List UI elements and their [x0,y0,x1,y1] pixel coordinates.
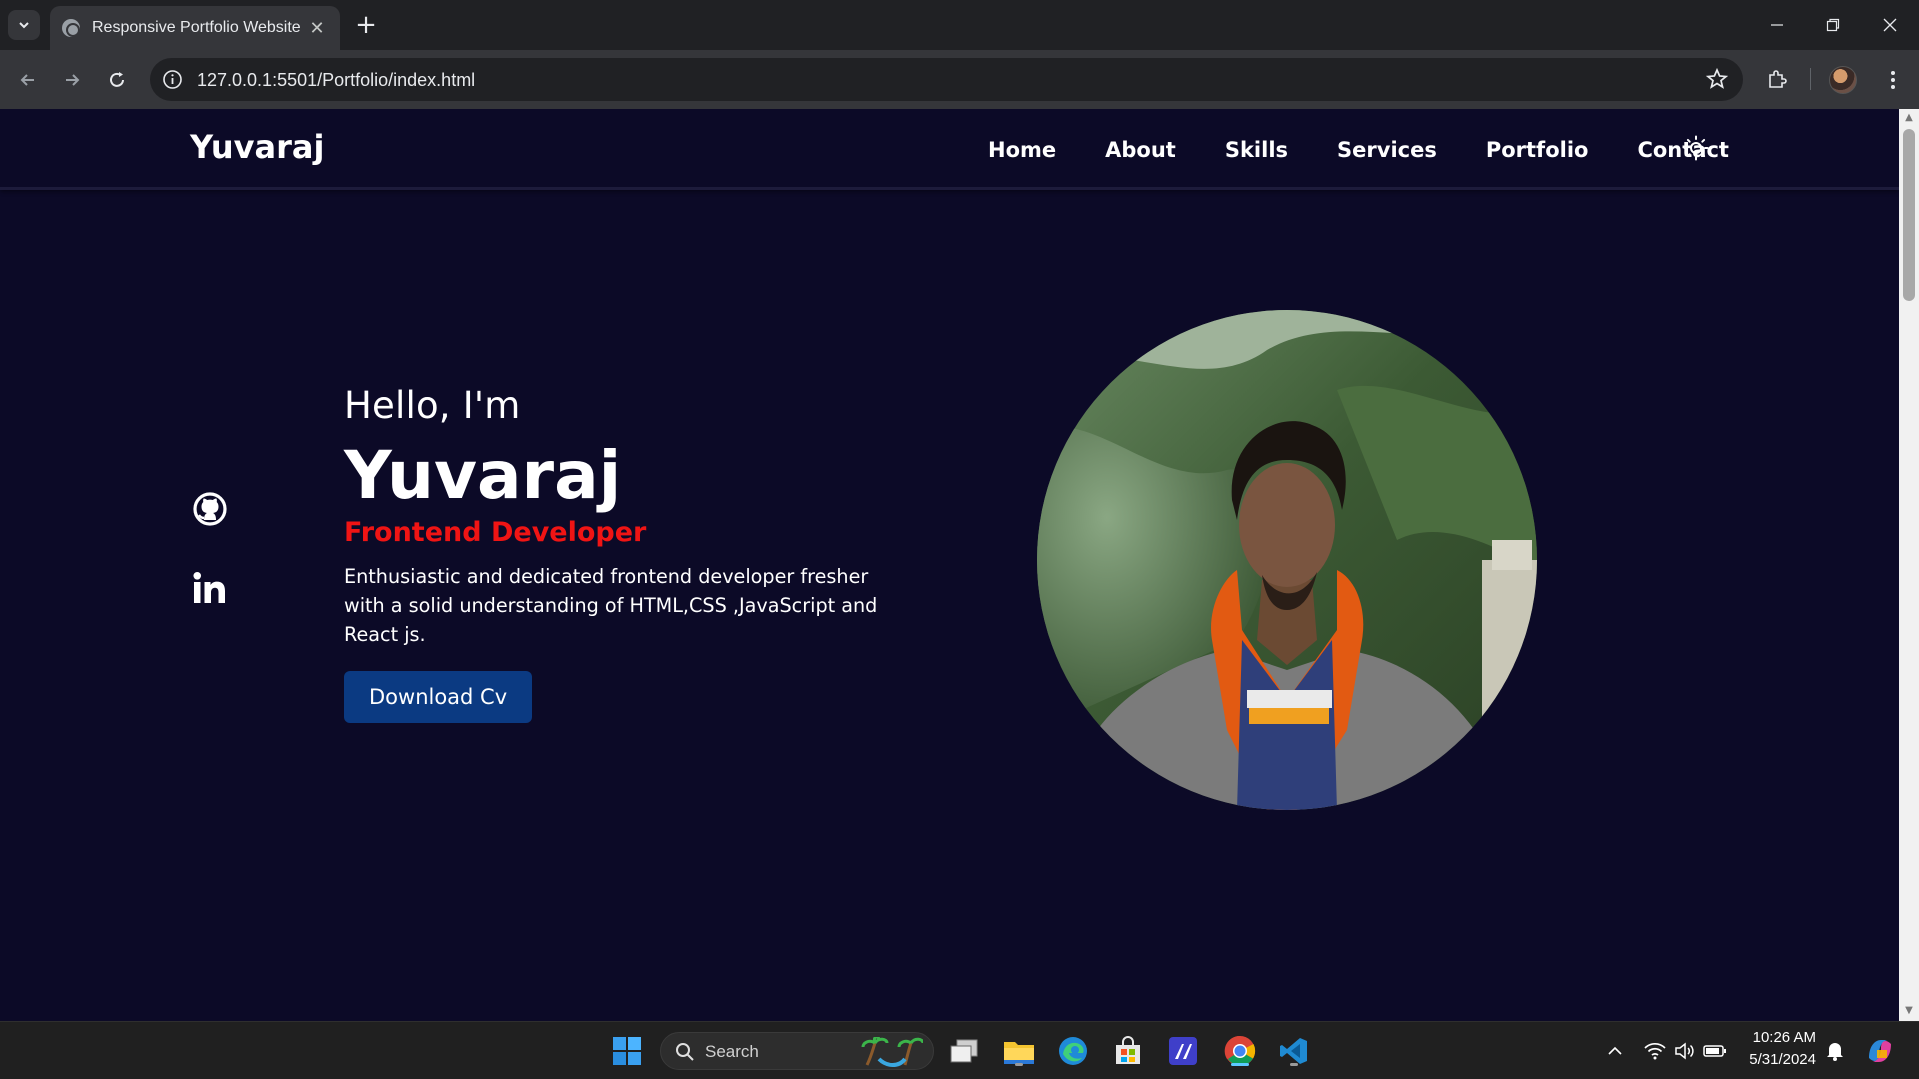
site-logo[interactable]: Yuvaraj [190,128,324,166]
nav-portfolio[interactable]: Portfolio [1486,138,1589,162]
hero-name: Yuvaraj [344,437,622,514]
clock-time[interactable]: 10:26 AM [1740,1029,1816,1046]
notifications-button[interactable] [1820,1033,1850,1069]
address-bar[interactable]: 127.0.0.1:5501/Portfolio/index.html [150,58,1743,101]
arrow-right-icon [66,74,80,86]
more-vertical-icon [1891,71,1895,89]
chrome-button[interactable] [1220,1033,1260,1069]
hero-description: Enthusiastic and dedicated frontend deve… [344,565,878,646]
palm-trees-icon [861,1037,923,1067]
minimize-button[interactable] [1757,8,1797,42]
battery-button[interactable] [1700,1033,1730,1069]
profile-photo [1037,310,1537,810]
nav-skills[interactable]: Skills [1225,138,1288,162]
wifi-icon [1644,1042,1666,1060]
search-placeholder: Search [705,1042,759,1061]
web-page: Yuvaraj Home About Skills Services Portf… [0,109,1899,1021]
hero-greeting: Hello, I'm [344,384,521,427]
app-button[interactable] [1165,1033,1201,1069]
vscode-icon [1280,1038,1307,1064]
browser-menu-button[interactable] [1876,63,1910,97]
profile-button[interactable] [1826,63,1860,97]
running-indicator [1290,1063,1298,1066]
close-window-button[interactable] [1870,8,1910,42]
scroll-up-icon[interactable]: ▲ [1903,112,1915,124]
windows-taskbar: Search 10:26 AM 5/31/2024 [0,1021,1919,1079]
download-cv-button[interactable]: Download Cv [344,671,533,723]
windows-logo-icon [613,1037,641,1065]
restore-button[interactable] [1813,8,1853,42]
vscode-button[interactable] [1276,1033,1312,1069]
minimize-icon [1771,24,1783,26]
github-icon[interactable] [190,489,230,529]
browser-tab[interactable]: Responsive Portfolio Website ✕ [50,6,340,50]
info-icon[interactable] [162,69,183,90]
url-text[interactable]: 127.0.0.1:5501/Portfolio/index.html [197,70,475,91]
battery-icon [1703,1045,1726,1057]
forward-button[interactable] [56,64,88,96]
scroll-thumb[interactable] [1903,129,1915,301]
wifi-button[interactable] [1640,1033,1670,1069]
app-icon [1169,1037,1197,1065]
nav-services[interactable]: Services [1337,138,1437,162]
globe-icon [62,19,80,37]
volume-button[interactable] [1670,1033,1700,1069]
portrait-image [1037,310,1537,810]
extensions-button[interactable] [1760,63,1794,97]
copilot-icon [1869,1040,1891,1062]
start-button[interactable] [609,1033,645,1069]
browser-tabbar: Responsive Portfolio Website ✕ + [0,0,1919,50]
speaker-icon [1675,1042,1694,1060]
main-nav: Home About Skills Services Portfolio Con… [988,138,1729,162]
close-tab-icon[interactable]: ✕ [306,17,328,39]
running-indicator [1015,1063,1023,1066]
bell-icon [1827,1043,1843,1061]
puzzle-icon [1769,70,1787,88]
task-view-icon [950,1039,978,1063]
file-explorer-button[interactable] [1001,1033,1037,1069]
chevron-up-icon [1608,1046,1622,1055]
toolbar-divider [1810,68,1811,90]
search-icon [676,1043,694,1061]
reload-button[interactable] [101,64,133,96]
chevron-down-icon [19,22,29,29]
show-hidden-icons-button[interactable] [1598,1033,1632,1069]
store-icon [1116,1036,1140,1064]
nav-home[interactable]: Home [988,138,1056,162]
close-icon [1883,18,1897,32]
linkedin-icon[interactable] [190,569,230,609]
reload-icon [110,72,124,87]
bookmark-star-icon[interactable] [1705,67,1729,91]
hero-section: Hello, I'm Yuvaraj Frontend Developer En… [344,384,904,723]
sun-icon[interactable] [1683,135,1709,161]
back-button[interactable] [12,64,44,96]
tab-title: Responsive Portfolio Website [92,19,301,36]
taskbar-search[interactable]: Search [660,1032,934,1070]
store-button[interactable] [1110,1033,1146,1069]
avatar [1829,66,1857,94]
nav-about[interactable]: About [1105,138,1176,162]
copilot-button[interactable] [1862,1033,1898,1069]
clock-date[interactable]: 5/31/2024 [1740,1051,1816,1068]
edge-icon [1059,1037,1087,1065]
restore-icon [1826,18,1840,32]
social-links [190,489,230,649]
browser-toolbar: 127.0.0.1:5501/Portfolio/index.html [0,50,1919,109]
hero-role: Frontend Developer [344,517,647,548]
arrow-left-icon [20,74,34,86]
tab-list-button[interactable] [8,10,40,40]
scroll-down-icon[interactable]: ▼ [1903,1005,1915,1017]
site-header: Yuvaraj Home About Skills Services Portf… [0,109,1899,190]
new-tab-button[interactable]: + [352,12,380,40]
page-scrollbar[interactable]: ▲ ▼ [1899,109,1919,1021]
edge-button[interactable] [1055,1033,1091,1069]
task-view-button[interactable] [946,1033,982,1069]
folder-icon [1004,1042,1034,1064]
active-indicator [1231,1063,1249,1066]
